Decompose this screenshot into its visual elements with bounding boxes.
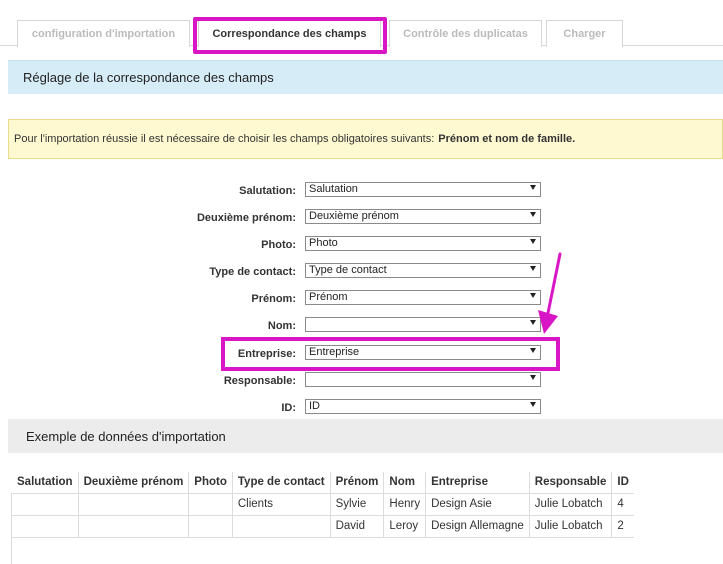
chevron-down-icon xyxy=(530,266,536,271)
table-cell: Clients xyxy=(231,493,331,516)
field-label-manager: Responsable: xyxy=(223,375,296,387)
field-row-first-name: Prénom: Prénom xyxy=(0,290,723,310)
table-cell: Sylvie xyxy=(329,493,384,516)
field-label-contact-type: Type de contact: xyxy=(209,266,296,278)
select-value: Entreprise xyxy=(309,346,360,358)
table-cell xyxy=(188,493,233,516)
field-row-manager: Responsable: xyxy=(0,372,723,392)
mapping-section-title: Réglage de la correspondance des champs xyxy=(23,70,274,85)
field-row-photo: Photo: Photo xyxy=(0,236,723,256)
column-header: Entreprise xyxy=(425,472,530,494)
required-fields-notice: Pour l'importation réussie il est nécess… xyxy=(8,119,723,159)
tab-field-mapping[interactable]: Correspondance des champs xyxy=(198,19,381,47)
select-first-name[interactable]: Prénom xyxy=(305,290,541,305)
tab-load[interactable]: Charger xyxy=(546,20,623,47)
preview-table: Salutation Deuxième prénom Photo Type de… xyxy=(12,472,634,538)
field-row-company: Entreprise: Entreprise xyxy=(0,345,723,365)
select-company[interactable]: Entreprise xyxy=(305,345,541,360)
table-cell: 2 xyxy=(611,515,634,538)
field-row-last-name: Nom: xyxy=(0,317,723,337)
notice-required-fields: Prénom et nom de famille. xyxy=(438,133,576,145)
column-header: Prénom xyxy=(329,472,384,494)
table-header-row: Salutation Deuxième prénom Photo Type de… xyxy=(12,472,634,494)
select-id[interactable]: ID xyxy=(305,399,541,414)
table-cell xyxy=(77,515,189,538)
chevron-down-icon xyxy=(530,212,536,217)
chevron-down-icon xyxy=(530,375,536,380)
mapping-section-header: Réglage de la correspondance des champs xyxy=(8,60,723,94)
table-cell: Henry xyxy=(383,493,426,516)
field-row-contact-type: Type de contact: Type de contact xyxy=(0,263,723,283)
field-row-id: ID: ID xyxy=(0,399,723,419)
table-cell xyxy=(188,515,233,538)
table-cell: Julie Lobatch xyxy=(528,493,612,516)
table-cell: Leroy xyxy=(383,515,426,538)
table-cell: David xyxy=(329,515,384,538)
column-header: Photo xyxy=(188,472,233,494)
select-value: Salutation xyxy=(309,183,358,195)
column-header: Type de contact xyxy=(231,472,331,494)
select-manager[interactable] xyxy=(305,372,541,387)
select-contact-type[interactable]: Type de contact xyxy=(305,263,541,278)
select-salutation[interactable]: Salutation xyxy=(305,182,541,197)
field-row-middle-name: Deuxième prénom: Deuxième prénom xyxy=(0,209,723,229)
field-label-last-name: Nom: xyxy=(267,320,296,332)
field-label-id: ID: xyxy=(281,402,296,414)
column-header: Nom xyxy=(383,472,426,494)
chevron-down-icon xyxy=(530,320,536,325)
chevron-down-icon xyxy=(530,293,536,298)
select-value: Type de contact xyxy=(309,264,387,276)
table-cell: Design Allemagne xyxy=(425,515,530,538)
table-cell: Julie Lobatch xyxy=(528,515,612,538)
column-header: Responsable xyxy=(528,472,612,494)
select-value: Deuxième prénom xyxy=(309,210,399,222)
table-cell xyxy=(231,515,331,538)
select-value: ID xyxy=(309,400,320,412)
preview-section-header: Exemple de données d'importation xyxy=(8,419,723,453)
chevron-down-icon xyxy=(530,185,536,190)
field-row-salutation: Salutation: Salutation xyxy=(0,182,723,202)
chevron-down-icon xyxy=(530,348,536,353)
field-label-first-name: Prénom: xyxy=(251,293,296,305)
import-tabs: configuration d'importation Correspondan… xyxy=(0,0,723,47)
table-row: David Leroy Design Allemagne Julie Lobat… xyxy=(12,515,634,538)
select-last-name[interactable] xyxy=(305,317,541,332)
table-cell xyxy=(12,493,79,516)
table-cell: 4 xyxy=(611,493,634,516)
chevron-down-icon xyxy=(530,402,536,407)
select-middle-name[interactable]: Deuxième prénom xyxy=(305,209,541,224)
field-label-salutation: Salutation: xyxy=(239,185,296,197)
column-header: ID xyxy=(611,472,634,494)
table-cell: Design Asie xyxy=(425,493,530,516)
column-header: Salutation xyxy=(12,472,79,494)
preview-section-title: Exemple de données d'importation xyxy=(26,428,226,444)
field-label-middle-name: Deuxième prénom: xyxy=(196,212,296,224)
tab-import-configuration[interactable]: configuration d'importation xyxy=(17,20,190,47)
table-cell xyxy=(12,515,79,538)
notice-text: Pour l'importation réussie il est nécess… xyxy=(14,133,435,145)
table-row: Clients Sylvie Henry Design Asie Julie L… xyxy=(12,493,634,516)
field-label-company: Entreprise: xyxy=(237,348,296,360)
select-value: Photo xyxy=(309,237,338,249)
table-cell xyxy=(77,493,189,516)
select-photo[interactable]: Photo xyxy=(305,236,541,251)
select-value: Prénom xyxy=(309,291,348,303)
chevron-down-icon xyxy=(530,239,536,244)
column-header: Deuxième prénom xyxy=(77,472,189,494)
field-label-photo: Photo: xyxy=(261,239,296,251)
tab-duplicate-check[interactable]: Contrôle des duplicatas xyxy=(389,20,542,47)
